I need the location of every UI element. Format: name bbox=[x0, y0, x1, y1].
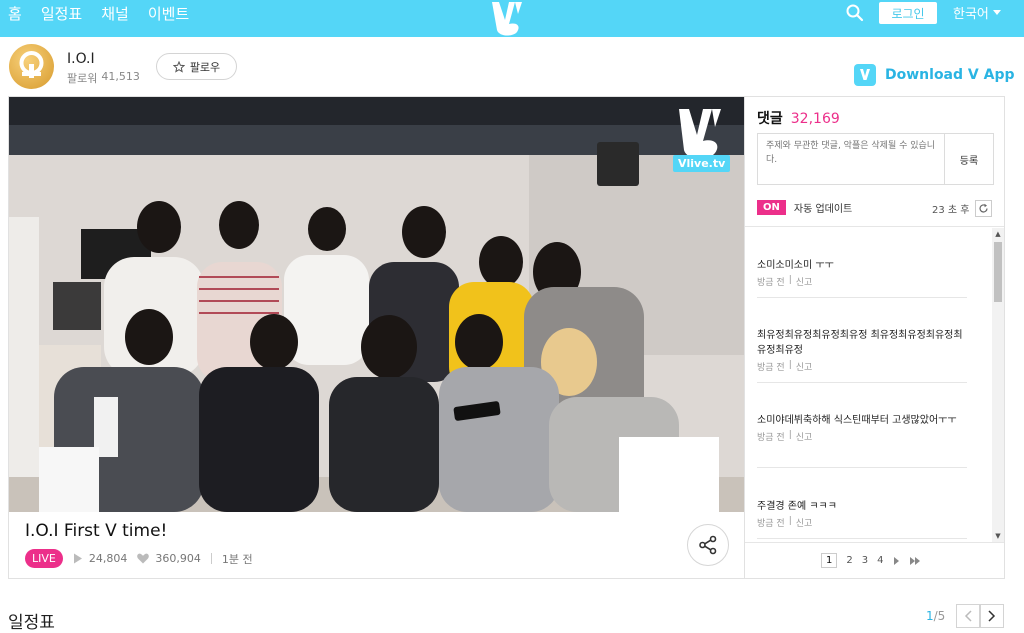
divider bbox=[745, 542, 1004, 543]
like-count-value: 360,904 bbox=[155, 552, 201, 565]
video-title: I.O.I First V time! bbox=[25, 521, 168, 541]
comment-meta: 방금 전 | 신고 bbox=[757, 516, 813, 529]
follow-label: 팔로우 bbox=[189, 60, 221, 74]
comments-count: 32,169 bbox=[790, 111, 840, 127]
comment-text: 소미야데뷔축하해 식스틴때부터 고생많았어ㅜㅜ bbox=[757, 415, 957, 426]
comment-text: 최유정최유정최유정최유정 최유정최유정최유정최유정최유정 bbox=[757, 330, 963, 356]
comment-time: 방금 전 bbox=[757, 519, 785, 529]
followers-label: 팔로워 bbox=[67, 72, 98, 85]
language-label: 한국어 bbox=[953, 7, 989, 22]
like-count: 360,904 bbox=[137, 552, 201, 565]
comment-time: 방금 전 bbox=[757, 278, 785, 288]
follow-button[interactable]: 팔로우 bbox=[156, 53, 237, 80]
comment-form: 등록 bbox=[757, 133, 994, 185]
chevron-down-icon bbox=[992, 9, 1001, 15]
auto-update-label: 자동 업데이트 bbox=[793, 204, 853, 215]
auto-update: ON 자동 업데이트 bbox=[757, 200, 852, 215]
comment-pagination: 1 2 3 4 bbox=[821, 553, 921, 568]
comment-time: 방금 전 bbox=[757, 433, 785, 443]
nav-schedule[interactable]: 일정표 bbox=[41, 3, 82, 24]
next-page-icon[interactable] bbox=[893, 556, 900, 565]
refresh-icon bbox=[979, 203, 989, 213]
report-link[interactable]: 신고 bbox=[796, 430, 813, 443]
page-1[interactable]: 1 bbox=[821, 553, 838, 568]
comment-item: 최유정최유정최유정최유정 최유정최유정최유정최유정최유정 방금 전 | 신고 bbox=[757, 328, 967, 383]
chevron-right-icon bbox=[988, 610, 996, 622]
scroll-down-icon[interactable]: ▼ bbox=[992, 530, 1004, 542]
comment-scrollbar[interactable]: ▲ ▼ bbox=[992, 228, 1004, 542]
followers-count: 41,513 bbox=[101, 70, 140, 83]
comment-time: 방금 전 bbox=[757, 363, 785, 373]
schedule-title: 일정표 bbox=[8, 613, 55, 633]
chevron-left-icon bbox=[964, 610, 972, 622]
v-app-icon bbox=[854, 64, 876, 86]
comment-item: 소미야데뷔축하해 식스틴때부터 고생많았어ㅜㅜ 방금 전 | 신고 bbox=[757, 413, 967, 468]
comment-meta: 방금 전 | 신고 bbox=[757, 275, 813, 288]
comment-text: 소미소미소미 ㅜㅜ bbox=[757, 260, 834, 271]
channel-logo[interactable] bbox=[9, 44, 54, 89]
language-select[interactable]: 한국어 bbox=[953, 3, 1001, 22]
nav-home[interactable]: 홈 bbox=[8, 3, 22, 24]
ioi-logo-icon bbox=[19, 51, 44, 78]
vlive-tv-badge: Vlive.tv bbox=[673, 155, 731, 172]
play-count: 24,804 bbox=[73, 552, 128, 565]
heart-icon bbox=[137, 553, 150, 564]
download-app-link[interactable]: Download V App bbox=[854, 64, 1015, 86]
report-link[interactable]: 신고 bbox=[796, 275, 813, 288]
schedule-total-pages: /5 bbox=[933, 609, 946, 623]
schedule-next-button[interactable] bbox=[980, 604, 1004, 628]
live-badge: LIVE bbox=[25, 549, 63, 568]
comments-panel: 댓글 32,169 등록 ON 자동 업데이트 23 초 후 소미소미소미 ㅜㅜ bbox=[744, 97, 1004, 578]
video-meta: LIVE 24,804 360,904 1분 전 bbox=[25, 549, 253, 568]
comments-heading: 댓글 bbox=[757, 111, 783, 127]
nav-event[interactable]: 이벤트 bbox=[148, 3, 189, 24]
share-icon bbox=[699, 535, 717, 555]
star-icon bbox=[172, 60, 185, 73]
time-ago: 1분 전 bbox=[221, 552, 253, 566]
nav-channel[interactable]: 채널 bbox=[101, 3, 129, 24]
play-icon bbox=[73, 553, 82, 564]
page-2[interactable]: 2 bbox=[846, 555, 852, 566]
scroll-up-icon[interactable]: ▲ bbox=[992, 228, 1004, 240]
download-label: Download V App bbox=[885, 67, 1015, 83]
comment-item: 소미소미소미 ㅜㅜ 방금 전 | 신고 bbox=[757, 258, 967, 298]
channel-name[interactable]: I.O.I bbox=[67, 51, 95, 67]
comment-input[interactable] bbox=[758, 134, 944, 184]
page-4[interactable]: 4 bbox=[877, 555, 883, 566]
auto-update-toggle[interactable]: ON bbox=[757, 200, 786, 215]
schedule-prev-button[interactable] bbox=[956, 604, 980, 628]
report-link[interactable]: 신고 bbox=[796, 516, 813, 529]
timer-label: 23 초 후 bbox=[932, 205, 970, 216]
v-logo-icon[interactable] bbox=[487, 0, 527, 37]
comment-item: 주결경 존예 ㅋㅋㅋ 방금 전 | 신고 bbox=[757, 499, 967, 539]
refresh-button[interactable] bbox=[975, 200, 993, 217]
login-button[interactable]: 로그인 bbox=[879, 2, 937, 24]
divider bbox=[745, 226, 1004, 227]
comment-meta: 방금 전 | 신고 bbox=[757, 430, 813, 443]
main-nav: 홈 일정표 채널 이벤트 bbox=[8, 0, 189, 26]
top-bar: 홈 일정표 채널 이벤트 로그인 한국어 bbox=[0, 0, 1024, 37]
share-button[interactable] bbox=[687, 524, 729, 566]
refresh-timer: 23 초 후 bbox=[932, 200, 993, 217]
schedule-page-count: 1/5 bbox=[926, 609, 945, 623]
video-frame bbox=[9, 97, 744, 512]
page-3[interactable]: 3 bbox=[862, 555, 868, 566]
video-player[interactable]: Vlive.tv bbox=[9, 97, 744, 512]
channel-followers: 팔로워 41,513 bbox=[67, 70, 140, 86]
comment-submit-button[interactable]: 등록 bbox=[944, 134, 993, 184]
scrollbar-thumb[interactable] bbox=[994, 242, 1002, 302]
search-icon[interactable] bbox=[845, 3, 865, 23]
play-count-value: 24,804 bbox=[88, 552, 128, 565]
comment-list: 소미소미소미 ㅜㅜ 방금 전 | 신고 최유정최유정최유정최유정 최유정최유정최유… bbox=[757, 228, 979, 540]
last-page-icon[interactable] bbox=[909, 556, 921, 565]
comment-meta: 방금 전 | 신고 bbox=[757, 360, 813, 373]
comments-header: 댓글 32,169 bbox=[757, 108, 840, 128]
comment-text: 주결경 존예 ㅋㅋㅋ bbox=[757, 501, 837, 512]
divider bbox=[210, 553, 212, 564]
report-link[interactable]: 신고 bbox=[796, 360, 813, 373]
main-panel: Vlive.tv I.O.I First V time! LIVE 24,804… bbox=[8, 96, 1005, 579]
schedule-current-page: 1 bbox=[926, 609, 934, 623]
